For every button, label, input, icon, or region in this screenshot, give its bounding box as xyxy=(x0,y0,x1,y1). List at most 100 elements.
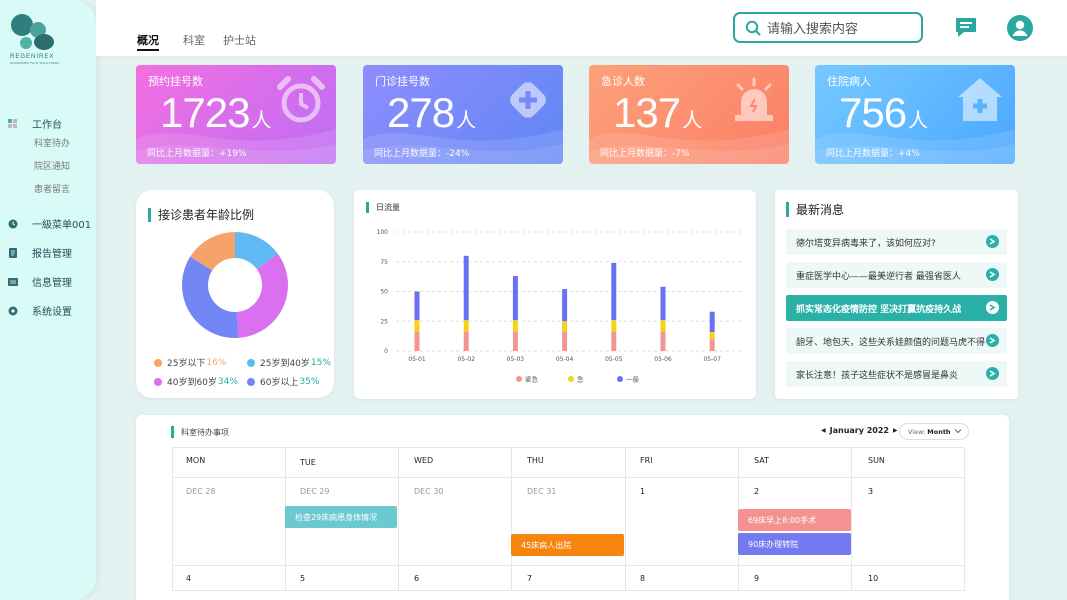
user-avatar-icon[interactable] xyxy=(1007,15,1033,41)
tab-department[interactable]: 科室 xyxy=(183,32,205,48)
arrow-right-icon xyxy=(986,301,999,314)
stat-value: 137 人 xyxy=(613,89,702,136)
bar-segment xyxy=(414,291,420,321)
x-tick-label: 05-05 xyxy=(605,356,623,363)
sidebar-item-label: 报告管理 xyxy=(32,249,72,260)
sidebar-subitem-patient-messages[interactable]: 患者留言 xyxy=(34,182,70,195)
tab-nurse-station[interactable]: 护士站 xyxy=(223,32,256,48)
legend-dot xyxy=(247,358,255,367)
stat-compare: 同比上月数据量：+4% xyxy=(826,149,920,159)
active-tab-indicator xyxy=(137,49,159,51)
y-tick-label: 75 xyxy=(380,259,388,266)
news-item-active[interactable]: 抓实常态化疫情防控 坚决打赢抗疫持久战 xyxy=(786,295,1007,321)
stat-title: 急诊人数 xyxy=(601,75,645,88)
legend-item: 60岁以上 35% xyxy=(247,375,319,388)
news-item[interactable]: 重症医学中心——最美逆行者 最强省医人 xyxy=(786,262,1007,288)
bar-segment xyxy=(660,286,666,321)
calendar-event[interactable]: 69床早上8:00手术 xyxy=(738,509,851,531)
calendar-event[interactable]: 45床病人出院 xyxy=(511,534,624,556)
x-tick-label: 05-06 xyxy=(654,356,672,363)
tab-overview[interactable]: 概况 xyxy=(137,32,159,48)
sidebar-subitem-dept-todo[interactable]: 科室待办 xyxy=(34,136,70,149)
age-ratio-card: 接诊患者年龄比例 25岁以下 16% 25岁到40岁 15% 40岁到60岁 34% … xyxy=(136,190,334,398)
y-tick-label: 100 xyxy=(377,229,389,236)
sidebar-item-settings[interactable]: 系统设置 xyxy=(8,303,72,318)
brand-tagline: ADVANCED FAIR SOLUTIONS xyxy=(10,61,60,65)
calendar-day[interactable]: 6 xyxy=(414,574,419,583)
bar-segment xyxy=(660,320,666,332)
sidebar-item-info[interactable]: 信息管理 xyxy=(8,274,72,289)
bar-segment xyxy=(463,320,469,332)
arrow-right-icon xyxy=(986,235,999,248)
news-item[interactable]: 家长注意！孩子这些症状不是感冒是鼻炎 xyxy=(786,361,1007,387)
calendar-day[interactable]: 4 xyxy=(186,574,191,583)
sidebar-item-label: 信息管理 xyxy=(32,278,72,289)
stat-card-outpatient[interactable]: 门诊挂号数 278 人 同比上月数据量：-24% xyxy=(363,65,563,164)
legend-item: 25岁以下 16% xyxy=(154,356,226,369)
stat-card-inpatients[interactable]: 住院病人 756 人 同比上月数据量：+4% xyxy=(815,65,1015,164)
calendar-day[interactable]: 3 xyxy=(868,487,873,496)
calendar-day[interactable]: 8 xyxy=(640,574,645,583)
stat-value: 756 人 xyxy=(839,89,928,136)
sidebar-item-label: 一級菜单001 xyxy=(32,220,92,231)
calendar-day[interactable]: DEC 29 xyxy=(300,487,330,496)
weekday-header: THU xyxy=(527,456,544,465)
legend-label: 紧急 xyxy=(525,375,539,384)
calendar-day[interactable]: 10 xyxy=(868,574,878,583)
calendar-day[interactable]: DEC 30 xyxy=(414,487,444,496)
legend-item: 40岁到60岁 34% xyxy=(154,375,238,388)
stat-compare: 同比上月数据量：+19% xyxy=(147,149,247,159)
brand-name: REGENIREX xyxy=(10,54,55,60)
calendar-day[interactable]: 2 xyxy=(754,487,759,496)
legend-dot xyxy=(516,376,522,382)
stat-title: 门诊挂号数 xyxy=(375,75,430,88)
weekday-header: SUN xyxy=(868,456,885,465)
calendar-day[interactable]: 7 xyxy=(527,574,532,583)
calendar-day[interactable]: DEC 28 xyxy=(186,487,216,496)
message-icon[interactable] xyxy=(954,16,978,40)
legend-label: 急 xyxy=(577,375,584,384)
legend-dot xyxy=(154,358,162,367)
bar-segment xyxy=(611,320,617,332)
calendar-event[interactable]: 检查29床病患身体情况 xyxy=(285,506,397,528)
news-item[interactable]: 德尔塔变异病毒来了，该如何应对? xyxy=(786,229,1007,255)
stat-compare: 同比上月数据量：-24% xyxy=(374,149,470,159)
emergency-light-icon xyxy=(735,77,773,121)
y-tick-label: 0 xyxy=(384,348,388,355)
x-tick-label: 05-04 xyxy=(556,356,574,363)
news-item[interactable]: 龅牙、地包天，这些关系娃颜值的问题马虎不得 xyxy=(786,328,1007,354)
bar-segment xyxy=(611,331,617,351)
stat-card-appointments[interactable]: 预约挂号数 1723 人 同比上月数据量：+19% xyxy=(136,65,336,164)
stat-compare: 同比上月数据量：-7% xyxy=(600,149,690,159)
sidebar: REGENIREX ADVANCED FAIR SOLUTIONS 工作台 科室… xyxy=(0,0,96,600)
settings-icon xyxy=(8,306,18,316)
bar-segment xyxy=(463,331,469,351)
calendar-day[interactable]: 5 xyxy=(300,574,305,583)
search-placeholder: 请输入搜索内容 xyxy=(767,22,859,37)
bar-segment xyxy=(512,276,518,321)
weekday-header: FRI xyxy=(640,456,653,465)
arrow-right-icon xyxy=(986,268,999,281)
calendar-day[interactable]: 9 xyxy=(754,574,759,583)
x-tick-label: 05-03 xyxy=(507,356,525,363)
news-card-title: 最新消息 xyxy=(786,201,844,218)
sidebar-item-workbench[interactable]: 工作台 xyxy=(8,116,62,131)
stat-card-emergency[interactable]: 急诊人数 137 人 同比上月数据量：-7% xyxy=(589,65,789,164)
calendar-day[interactable]: 1 xyxy=(640,487,645,496)
hospital-icon xyxy=(958,78,1002,121)
search-input[interactable]: 请输入搜索内容 xyxy=(733,12,923,43)
bar-segment xyxy=(512,320,518,332)
legend-dot xyxy=(617,376,623,382)
bar-segment xyxy=(562,289,568,322)
sidebar-subitem-campus-notice[interactable]: 院区通知 xyxy=(34,159,70,172)
report-icon xyxy=(8,247,18,258)
sidebar-item-menu001[interactable]: 一級菜单001 xyxy=(8,216,91,231)
calendar-event[interactable]: 90床办理转院 xyxy=(738,533,851,555)
bar-segment xyxy=(562,321,568,332)
sidebar-item-reports[interactable]: 报告管理 xyxy=(8,245,72,260)
calendar-day[interactable]: DEC 31 xyxy=(527,487,557,496)
calendar-grid-lines xyxy=(172,447,965,591)
bar-segment xyxy=(709,339,715,351)
weekday-header: MON xyxy=(186,456,206,465)
bar-segment xyxy=(414,320,420,332)
